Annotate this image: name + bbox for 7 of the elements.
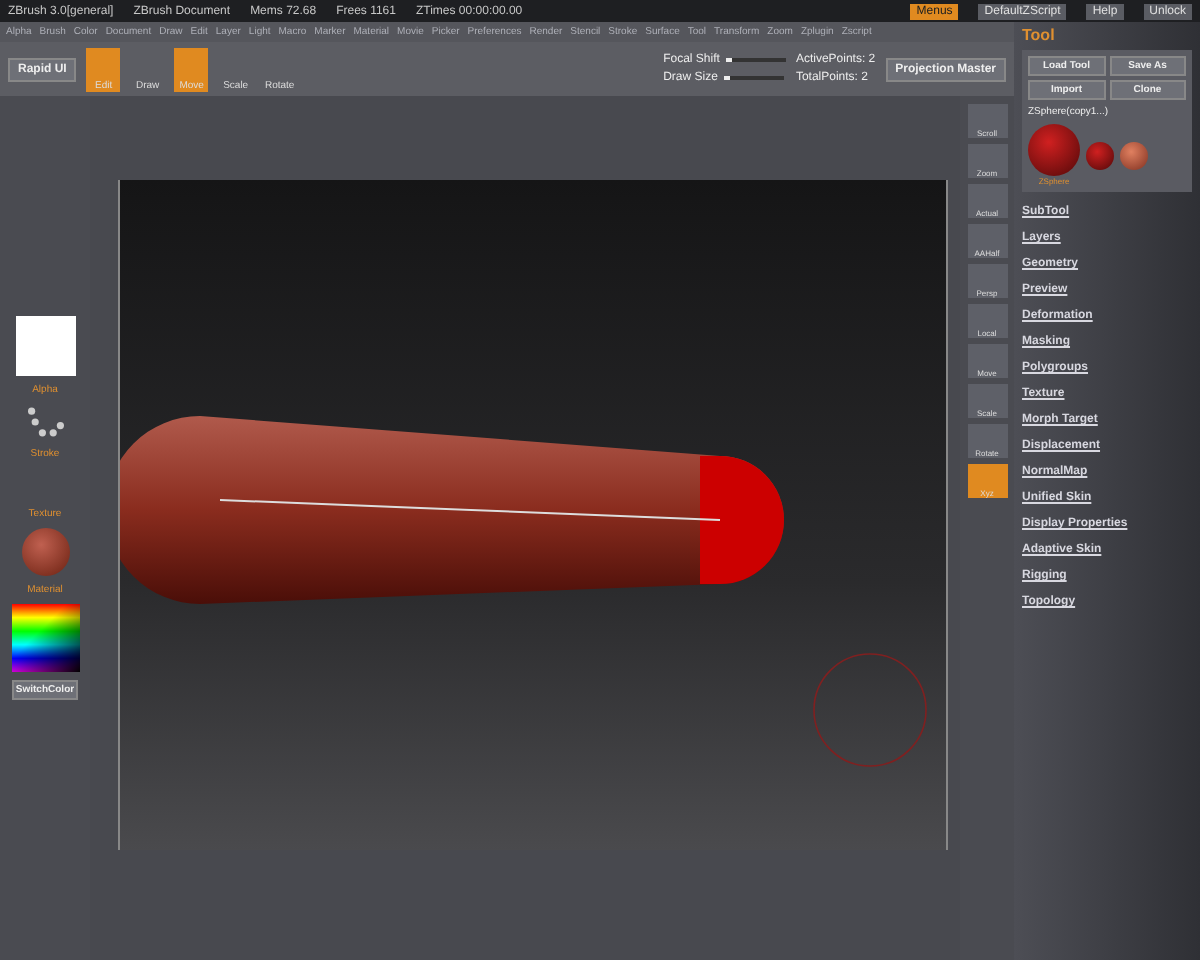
brush-circle-icon	[810, 650, 930, 770]
material-sphere[interactable]	[21, 528, 69, 576]
sphere-thumbnail[interactable]	[1028, 124, 1080, 176]
sphere-thumbnail[interactable]	[1086, 141, 1114, 169]
tool-palette-title: Tool	[1022, 26, 1057, 44]
color-picker[interactable]	[11, 604, 79, 672]
sphere-thumbnail[interactable]	[1120, 141, 1148, 169]
